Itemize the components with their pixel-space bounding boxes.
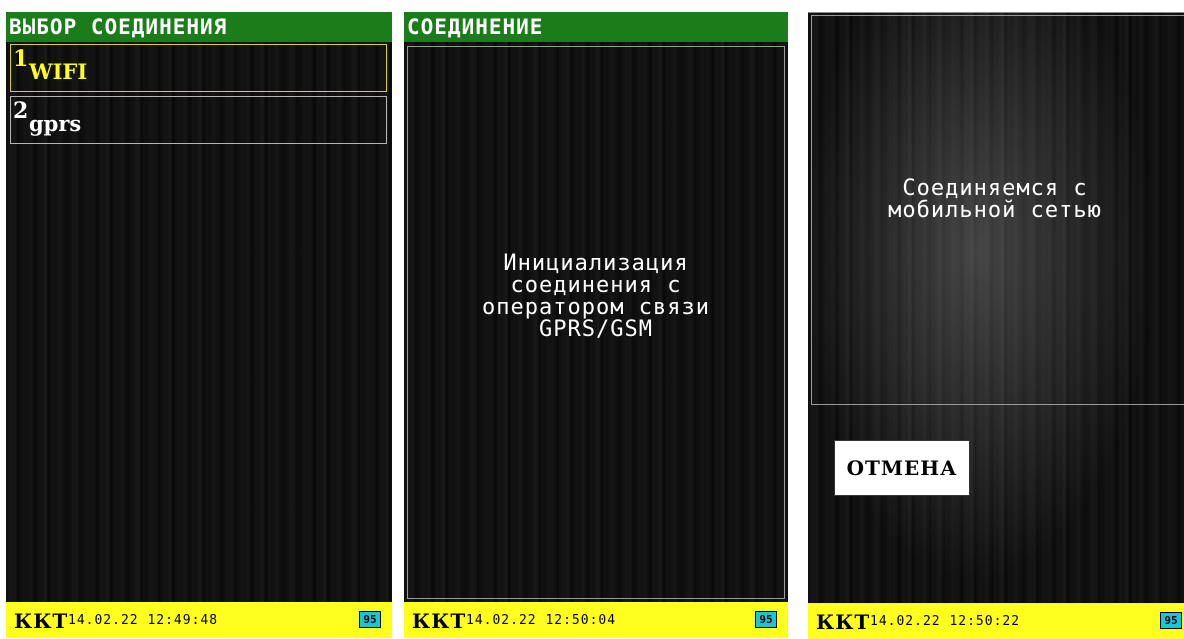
menu-item-gprs[interactable]: 2 gprs (10, 96, 387, 144)
connection-select-screen: ВЫБОР СОЕДИНЕНИЯ 1 WIFI 2 gprs ККТ 14.02… (6, 12, 392, 638)
status-bar: ККТ 14.02.22 12:50:22 95 (808, 603, 1184, 639)
message-line: соединения с (510, 273, 682, 298)
battery-badge: 95 (359, 611, 381, 628)
message-line: оператором связи (482, 295, 710, 320)
menu-item-label: gprs (29, 111, 82, 136)
kkt-label: ККТ (412, 609, 467, 633)
status-message: Инициализация соединения с оператором св… (404, 253, 788, 341)
message-line: мобильной сетью (888, 198, 1102, 223)
menu-item-number: 1 (13, 46, 29, 72)
message-line: Соединяемся с (902, 176, 1088, 201)
menu-item-wifi[interactable]: 1 WIFI (10, 44, 387, 92)
status-message: Соединяемся с мобильной сетью (808, 178, 1184, 222)
message-line: GPRS/GSM (539, 317, 653, 342)
mobile-connect-screen: Соединяемся с мобильной сетью ОТМЕНА ККТ… (808, 12, 1184, 639)
screen-title: СОЕДИНЕНИЕ (404, 12, 788, 42)
connection-init-screen: СОЕДИНЕНИЕ Инициализация соединения с оп… (404, 12, 788, 638)
datetime: 14.02.22 12:50:04 (466, 613, 617, 628)
menu-item-label: WIFI (29, 59, 88, 84)
battery-badge: 95 (1160, 612, 1182, 629)
kkt-label: ККТ (14, 609, 69, 633)
menu-item-number: 2 (13, 98, 29, 124)
status-bar: ККТ 14.02.22 12:50:04 95 (404, 602, 788, 638)
screen-title: ВЫБОР СОЕДИНЕНИЯ (6, 12, 392, 42)
battery-badge: 95 (755, 611, 777, 628)
message-line: Инициализация (503, 251, 689, 276)
datetime: 14.02.22 12:50:22 (870, 614, 1021, 629)
kkt-label: ККТ (816, 610, 871, 634)
cancel-button[interactable]: ОТМЕНА (834, 440, 970, 496)
datetime: 14.02.22 12:49:48 (68, 613, 219, 628)
status-bar: ККТ 14.02.22 12:49:48 95 (6, 602, 392, 638)
